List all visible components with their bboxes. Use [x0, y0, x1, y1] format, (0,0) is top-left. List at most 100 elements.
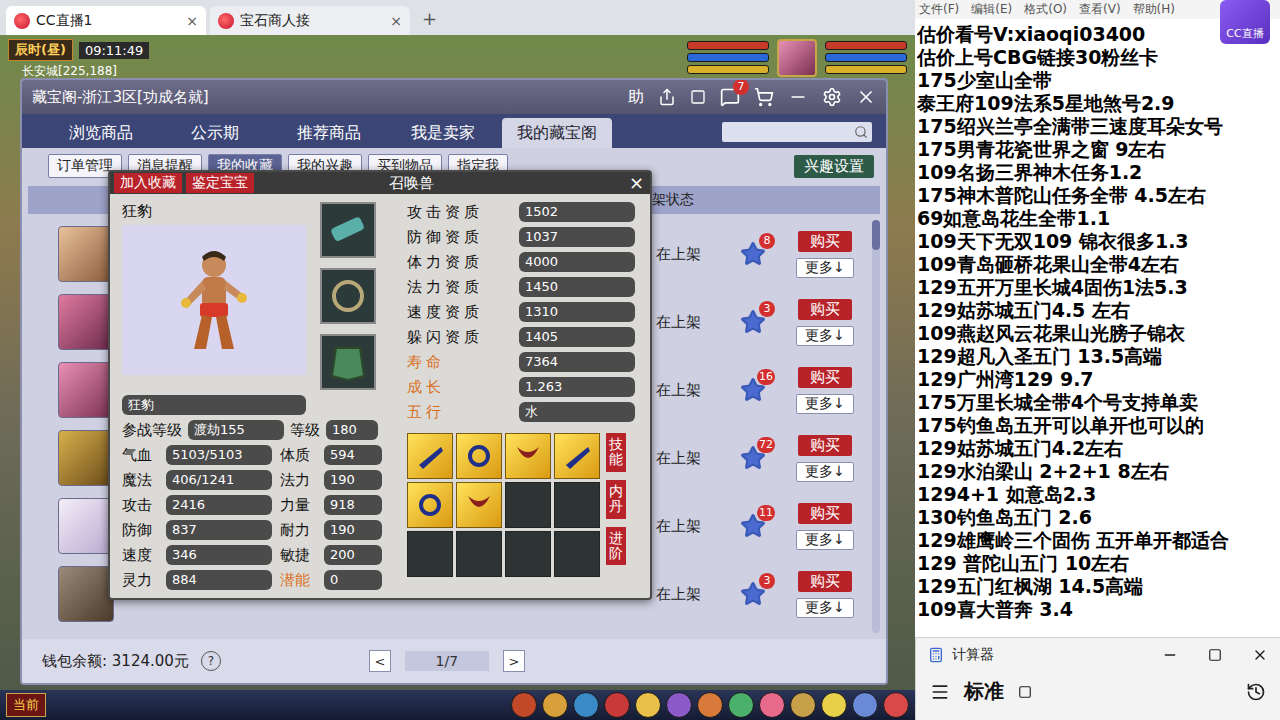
calculator-icon: [928, 647, 944, 663]
keep-on-top-icon[interactable]: [1018, 685, 1032, 699]
menu-icon[interactable]: [930, 682, 950, 702]
favorite-button[interactable]: 16: [740, 377, 766, 403]
buy-button[interactable]: 购买: [798, 231, 852, 252]
menu-item[interactable]: 查看(V): [1079, 1, 1121, 18]
more-button[interactable]: 更多↓: [796, 530, 854, 550]
skill-slot[interactable]: [505, 531, 551, 577]
skill-slot[interactable]: [456, 531, 502, 577]
close-icon[interactable]: [856, 87, 876, 107]
hotbar-icon[interactable]: [883, 692, 909, 718]
share-icon[interactable]: [658, 88, 676, 106]
favorite-count: 3: [759, 301, 775, 317]
aptitude-label: 体力资质: [407, 253, 511, 272]
minimize-icon[interactable]: [788, 87, 808, 107]
buy-button[interactable]: 购买: [798, 435, 852, 456]
more-button[interactable]: 更多↓: [796, 326, 854, 346]
favorite-button[interactable]: 3: [740, 581, 766, 607]
next-page-button[interactable]: >: [503, 650, 525, 672]
new-tab-button[interactable]: +: [414, 8, 445, 35]
buy-button[interactable]: 购买: [798, 299, 852, 320]
search-field[interactable]: [722, 122, 872, 142]
record-icon[interactable]: [690, 89, 706, 105]
menu-item[interactable]: 文件(F): [919, 1, 959, 18]
buy-button[interactable]: 购买: [798, 367, 852, 388]
hotbar-icon[interactable]: [821, 692, 847, 718]
browser-tab[interactable]: CC直播1×: [6, 6, 206, 35]
hotbar-icon[interactable]: [573, 692, 599, 718]
hotbar-icon[interactable]: [511, 692, 537, 718]
skill-slot[interactable]: [554, 531, 600, 577]
skill-slot[interactable]: [456, 433, 502, 479]
skill-slot[interactable]: [505, 482, 551, 528]
equipment-slot[interactable]: [320, 334, 376, 390]
favorite-button[interactable]: 3: [740, 309, 766, 335]
pet-popup-header: 加入收藏鉴定宝宝召唤兽×: [110, 172, 650, 194]
buy-button[interactable]: 购买: [798, 571, 852, 592]
more-button[interactable]: 更多↓: [796, 258, 854, 278]
scrollbar[interactable]: [872, 220, 880, 633]
hotbar-icon[interactable]: [852, 692, 878, 718]
cbg-tab[interactable]: 推荐商品: [274, 118, 384, 148]
popup-close-button[interactable]: ×: [629, 174, 644, 192]
buy-button[interactable]: 购买: [798, 503, 852, 524]
menu-item[interactable]: 帮助(H): [1133, 1, 1175, 18]
tab-close-button[interactable]: ×: [390, 13, 402, 29]
favorite-button[interactable]: 11: [740, 513, 766, 539]
more-button[interactable]: 更多↓: [796, 462, 854, 482]
attribute-value: 918: [324, 495, 382, 515]
equipment-slot[interactable]: [320, 202, 376, 258]
cart-icon[interactable]: [754, 87, 774, 107]
hotbar-icon[interactable]: [666, 692, 692, 718]
chat-button[interactable]: 7: [720, 87, 740, 107]
tab-close-button[interactable]: ×: [186, 13, 198, 29]
interest-settings-button[interactable]: 兴趣设置: [794, 155, 874, 178]
minimize-icon[interactable]: [1162, 647, 1178, 663]
side-button[interactable]: 技能: [606, 433, 626, 472]
menu-item[interactable]: 编辑(E): [971, 1, 1012, 18]
browser-tab[interactable]: 宝石商人接×: [210, 6, 410, 35]
hotbar-icon[interactable]: [604, 692, 630, 718]
history-button[interactable]: [1246, 682, 1266, 702]
equipment-slot[interactable]: [320, 268, 376, 324]
notepad-line: 1294+1 如意岛2.3: [917, 483, 1280, 506]
help-mark[interactable]: ?: [201, 651, 221, 671]
close-icon[interactable]: [1252, 647, 1268, 663]
popup-header-button[interactable]: 鉴定宝宝: [186, 173, 254, 193]
hotbar-icon[interactable]: [635, 692, 661, 718]
favorite-button[interactable]: 8: [740, 241, 766, 267]
more-button[interactable]: 更多↓: [796, 394, 854, 414]
channel-tag[interactable]: 当前: [6, 693, 46, 717]
favorite-count: 3: [759, 573, 775, 589]
more-button[interactable]: 更多↓: [796, 598, 854, 618]
maximize-icon[interactable]: [1208, 648, 1222, 662]
skill-slot[interactable]: [407, 433, 453, 479]
cbg-title-bar: 藏宝阁-浙江3区[功成名就] 助 7: [22, 80, 886, 114]
skill-slot[interactable]: [554, 482, 600, 528]
favorite-button[interactable]: 72: [740, 445, 766, 471]
side-button[interactable]: 进阶: [606, 527, 626, 566]
cbg-tab[interactable]: 公示期: [160, 118, 270, 148]
skill-slot[interactable]: [456, 482, 502, 528]
cbg-tab[interactable]: 我是卖家: [388, 118, 498, 148]
player-portrait[interactable]: [777, 39, 817, 77]
cbg-tab[interactable]: 浏览商品: [46, 118, 156, 148]
help-button[interactable]: 助: [628, 87, 644, 108]
settings-icon[interactable]: [822, 87, 842, 107]
prev-page-button[interactable]: <: [369, 650, 391, 672]
cbg-tab[interactable]: 我的藏宝阁: [502, 118, 612, 148]
hotbar-icon[interactable]: [728, 692, 754, 718]
hotbar-icon[interactable]: [542, 692, 568, 718]
skill-slot[interactable]: [407, 482, 453, 528]
skill-slot[interactable]: [554, 433, 600, 479]
equipment-icon: [326, 274, 370, 318]
hotbar-icon[interactable]: [759, 692, 785, 718]
hotbar-icon[interactable]: [697, 692, 723, 718]
side-button[interactable]: 内丹: [606, 480, 626, 519]
skill-slot[interactable]: [505, 433, 551, 479]
scroll-thumb[interactable]: [872, 220, 880, 250]
skill-slot[interactable]: [407, 531, 453, 577]
cbg-title: 藏宝阁-浙江3区[功成名就]: [32, 88, 209, 107]
menu-item[interactable]: 格式(O): [1024, 1, 1067, 18]
hotbar-icon[interactable]: [790, 692, 816, 718]
popup-header-button[interactable]: 加入收藏: [114, 173, 182, 193]
